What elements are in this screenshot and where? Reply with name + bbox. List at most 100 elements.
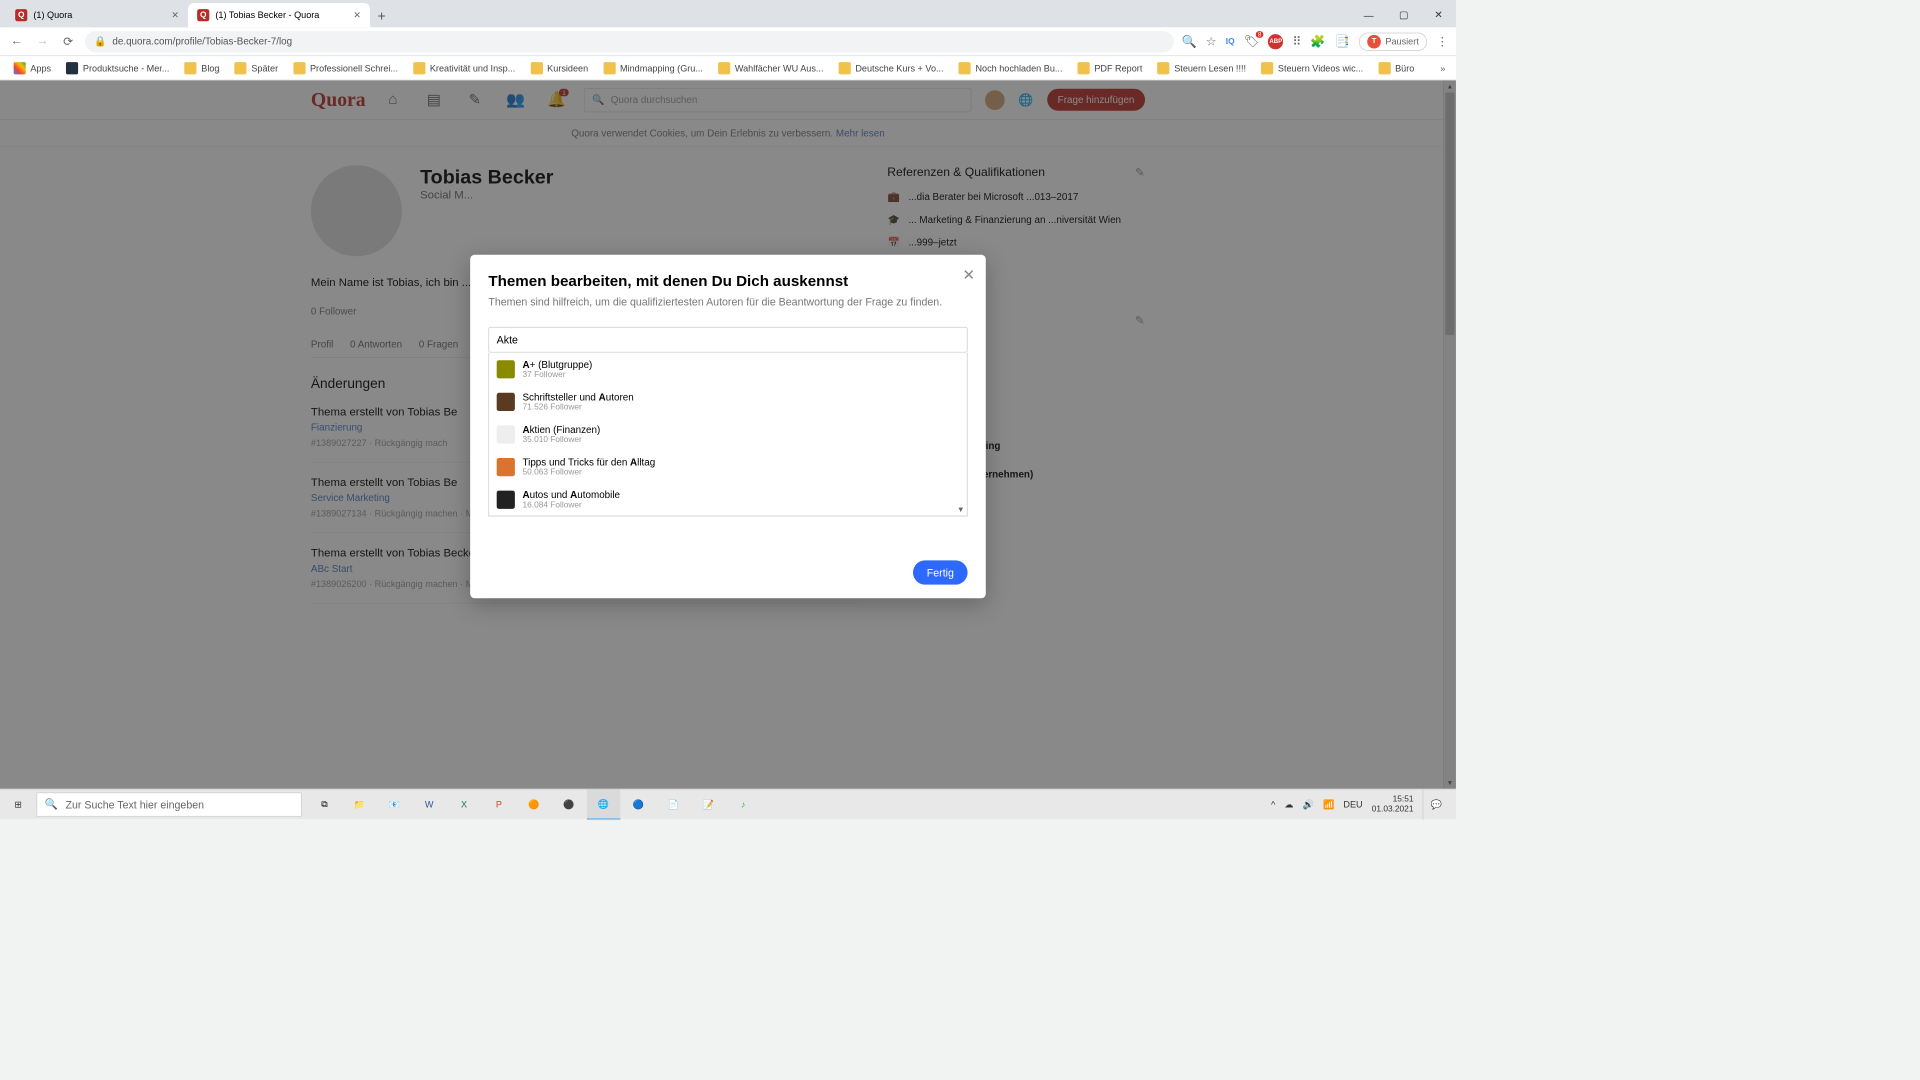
extension-cart-icon[interactable]: 🏷8 [1244,34,1259,49]
folder-icon [839,62,851,74]
suggestion-title: A+ (Blutgruppe) [522,358,592,369]
taskbar-search[interactable]: 🔍 Zur Suche Text hier eingeben [36,792,301,816]
back-button[interactable]: ← [8,35,26,49]
bookmark-item[interactable]: Kursideen [524,59,594,77]
bookmarks-bar: Apps Produktsuche - Mer... Blog Später P… [0,56,1456,80]
bookmark-item[interactable]: Mindmapping (Gru... [597,59,709,77]
bookmark-item[interactable]: Büro [1372,59,1420,77]
folder-icon [1078,62,1090,74]
dropdown-arrow-icon[interactable]: ▼ [957,505,965,513]
suggestion-item[interactable]: Tipps und Tricks für den Alltag 50.063 F… [489,450,967,483]
close-window-button[interactable]: ✕ [1421,3,1456,27]
topic-search-input[interactable] [488,327,967,353]
forward-button[interactable]: → [33,35,51,49]
extensions-menu-icon[interactable]: ⠿ [1292,34,1301,49]
bookmark-item[interactable]: Blog [179,59,226,77]
folder-icon [1158,62,1170,74]
explorer-icon[interactable]: 📁 [343,789,376,819]
tray-chevron-icon[interactable]: ^ [1271,799,1275,810]
address-bar: ← → ⟳ 🔒 de.quora.com/profile/Tobias-Beck… [0,27,1456,56]
bookmark-item[interactable]: Steuern Videos wic... [1255,59,1369,77]
window-controls: — ▢ ✕ [1351,3,1456,27]
action-center-icon[interactable]: 💬 [1423,789,1450,819]
minimize-button[interactable]: — [1351,3,1386,27]
page-content: Quora ⌂ ▤ ✎ 👥 🔔1 🔍 Quora durchsuchen 🌐 F… [0,80,1456,788]
browser-tab[interactable]: Q (1) Quora ✕ [6,3,188,27]
modal-overlay: ✕ Themen bearbeiten, mit denen Du Dich a… [0,80,1456,788]
bookmark-icon [66,62,78,74]
system-tray: ^ ☁ 🔊 📶 DEU 15:51 01.03.2021 💬 [1271,789,1456,819]
start-button[interactable]: ⊞ [0,789,36,819]
excel-icon[interactable]: X [447,789,480,819]
profile-avatar-icon: T [1367,35,1381,49]
bookmark-item[interactable]: Wahlfächer WU Aus... [712,59,829,77]
clock[interactable]: 15:51 01.03.2021 [1372,795,1414,813]
bookmark-item[interactable]: Später [229,59,285,77]
browser-tab-active[interactable]: Q (1) Tobias Becker - Quora ✕ [188,3,370,27]
favicon-icon: Q [15,9,27,21]
folder-icon [603,62,615,74]
language-indicator[interactable]: DEU [1343,799,1362,810]
volume-icon[interactable]: 🔊 [1303,799,1314,810]
notepad-icon[interactable]: 📝 [692,789,725,819]
profile-status: Pausiert [1385,36,1418,47]
suggestion-item[interactable]: Autos und Automobile 16.084 Follower [489,483,967,516]
folder-icon [185,62,197,74]
suggestion-item[interactable]: Aktien (Finanzen) 35.010 Follower [489,418,967,451]
menu-icon[interactable]: ⋮ [1436,34,1448,49]
suggestion-item[interactable]: Schriftsteller und Autoren 71.526 Follow… [489,385,967,418]
extension-icon[interactable]: 📑 [1335,34,1350,49]
extension-abp-icon[interactable]: ABP [1268,34,1283,49]
suggestion-title: Tipps und Tricks für den Alltag [522,456,655,467]
lock-icon: 🔒 [94,35,106,47]
powerpoint-icon[interactable]: P [482,789,515,819]
folder-icon [718,62,730,74]
app-icon[interactable]: 🟠 [517,789,550,819]
folder-icon [959,62,971,74]
folder-icon [531,62,543,74]
suggestion-title: Aktien (Finanzen) [522,424,600,435]
reload-button[interactable]: ⟳ [59,34,77,49]
edge-icon[interactable]: 🔵 [622,789,655,819]
url-input[interactable]: 🔒 de.quora.com/profile/Tobias-Becker-7/l… [85,31,1174,52]
suggestion-title: Autos und Automobile [522,489,620,500]
profile-chip[interactable]: T Pausiert [1359,32,1427,50]
maximize-button[interactable]: ▢ [1386,3,1421,27]
topic-thumb-icon [497,458,515,476]
chrome-icon[interactable]: 🌐 [587,789,620,819]
suggestion-title: Schriftsteller und Autoren [522,391,633,402]
bookmarks-overflow[interactable]: » [1437,63,1448,74]
new-tab-button[interactable]: + [370,5,393,27]
bookmark-item[interactable]: Noch hochladen Bu... [953,59,1069,77]
bookmark-item[interactable]: Produktsuche - Mer... [60,59,175,77]
bookmark-apps[interactable]: Apps [8,59,58,77]
done-button[interactable]: Fertig [913,560,967,584]
zoom-icon[interactable]: 🔍 [1182,34,1197,49]
windows-taskbar: ⊞ 🔍 Zur Suche Text hier eingeben ⧉ 📁 📧 W… [0,789,1456,819]
onedrive-icon[interactable]: ☁ [1284,799,1293,810]
modal-subtitle: Themen sind hilfreich, um die qualifizie… [488,295,967,310]
bookmark-item[interactable]: Deutsche Kurs + Vo... [833,59,950,77]
star-icon[interactable]: ☆ [1206,34,1217,49]
extension-puzzle-icon[interactable]: 🧩 [1310,34,1325,49]
bookmark-item[interactable]: Kreativität und Insp... [407,59,521,77]
tab-close-icon[interactable]: ✕ [353,10,361,21]
app-icon[interactable]: 📄 [657,789,690,819]
suggestion-followers: 16.084 Follower [522,500,620,509]
suggestion-item[interactable]: A+ (Blutgruppe) 37 Follower [489,352,967,385]
extension-iq-icon[interactable]: IQ [1226,37,1235,46]
modal-close-icon[interactable]: ✕ [962,265,975,284]
mail-icon[interactable]: 📧 [378,789,411,819]
suggestion-followers: 35.010 Follower [522,435,600,444]
obs-icon[interactable]: ⚫ [552,789,585,819]
bookmark-item[interactable]: PDF Report [1072,59,1149,77]
spotify-icon[interactable]: ♪ [726,789,759,819]
task-view-icon[interactable]: ⧉ [308,789,341,819]
tab-close-icon[interactable]: ✕ [171,10,179,21]
wifi-icon[interactable]: 📶 [1323,799,1334,810]
word-icon[interactable]: W [413,789,446,819]
bookmark-item[interactable]: Steuern Lesen !!!! [1151,59,1252,77]
bookmark-item[interactable]: Professionell Schrei... [287,59,404,77]
suggestion-followers: 50.063 Follower [522,468,655,477]
apps-icon [14,62,26,74]
